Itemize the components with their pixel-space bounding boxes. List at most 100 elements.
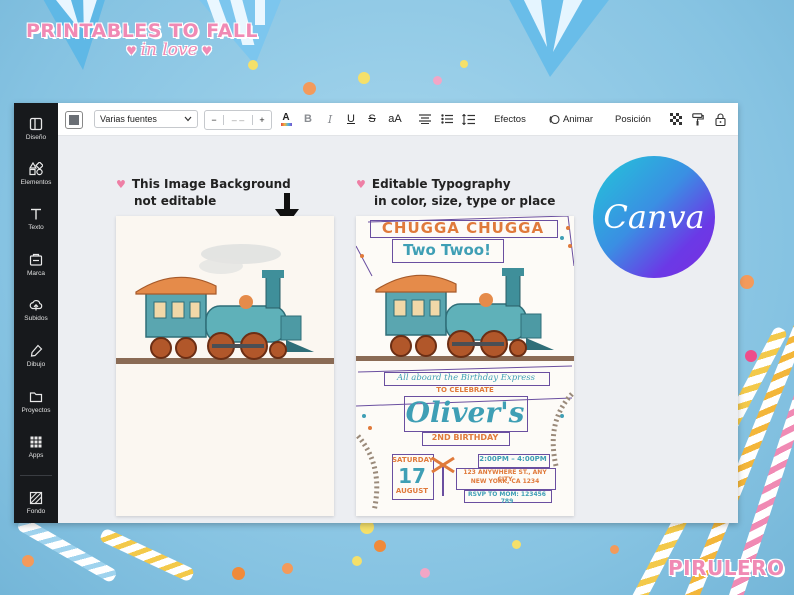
effects-button[interactable]: Efectos — [490, 110, 530, 128]
heart-icon: ♥ — [126, 44, 141, 58]
brand-logo-top: PRINTABLES TO FALL ♥ in love ♥ — [26, 20, 258, 60]
heart-icon: ♥ — [356, 178, 366, 191]
straw-decoration — [15, 516, 119, 584]
note-right: ♥ Editable Typography in color, size, typ… — [356, 176, 555, 210]
confetti-dot — [374, 540, 386, 552]
brand-line2: ♥ in love ♥ — [126, 40, 258, 60]
confetti-dot — [512, 540, 521, 549]
text-color-button[interactable]: A — [279, 110, 293, 128]
watermark: PIRULERO — [668, 556, 785, 580]
invite-day-num[interactable]: 17 — [392, 464, 432, 488]
note-right-line1: Editable Typography — [371, 177, 511, 191]
color-swatch — [69, 115, 79, 125]
crossing-sign-icon — [431, 456, 455, 496]
sidebar: Diseño Elementos Texto Marca Subidos Dib… — [14, 103, 58, 523]
party-hat-right-decoration — [509, 0, 609, 77]
text-color-bar-icon — [280, 122, 292, 126]
invite-title1[interactable]: CHUGGA CHUGGA — [370, 219, 556, 237]
align-button[interactable] — [418, 110, 432, 128]
folder-icon — [29, 392, 43, 403]
apps-grid-icon — [30, 436, 42, 448]
sidebar-item-label: Dibujo — [26, 361, 46, 368]
sidebar-item-elements[interactable]: Elementos — [14, 162, 58, 186]
background-image-page[interactable] — [116, 216, 334, 516]
note-left-line1: This Image Background — [131, 177, 291, 191]
confetti-dot — [282, 563, 293, 574]
note-left-line2: not editable — [134, 194, 217, 208]
sidebar-divider — [20, 475, 52, 476]
sidebar-item-text[interactable]: Texto — [14, 207, 58, 231]
train-illustration — [116, 244, 334, 364]
layout-icon — [29, 117, 43, 131]
background-pattern-icon — [29, 491, 43, 505]
position-button[interactable]: Posición — [611, 110, 655, 128]
invite-address2[interactable]: NEW YORK, CA 1234 — [456, 478, 554, 485]
confetti-dot — [303, 82, 316, 95]
brand-line1: PRINTABLES TO FALL — [26, 20, 259, 42]
sidebar-item-projects[interactable]: Proyectos — [14, 390, 58, 414]
increase-size-button[interactable]: + — [252, 115, 271, 125]
toolbar: Varias fuentes − – – + A B I U S aA Efec… — [58, 103, 738, 136]
invite-month[interactable]: AUGUST — [392, 487, 432, 495]
decrease-size-button[interactable]: − — [205, 115, 224, 125]
sidebar-item-brand[interactable]: Marca — [14, 253, 58, 277]
invite-rsvp[interactable]: RSVP TO MOM: 123456 789 — [464, 491, 550, 505]
font-size-input[interactable]: – – — [224, 115, 252, 125]
text-color-letter: A — [282, 111, 290, 123]
upload-icon — [29, 300, 43, 311]
brand-icon — [29, 253, 43, 266]
bullet-list-icon — [441, 114, 453, 124]
strikethrough-button[interactable]: S — [365, 110, 379, 128]
confetti-dot — [433, 76, 442, 85]
transparency-checker-icon — [670, 113, 682, 125]
heart-icon: ♥ — [197, 44, 213, 58]
paint-roller-icon — [692, 112, 704, 125]
copy-style-button[interactable] — [691, 110, 705, 128]
editable-invitation-page[interactable]: CHUGGA CHUGGA Two Twoo! All aboard the B… — [356, 216, 574, 516]
confetti-dot — [460, 60, 468, 68]
italic-button[interactable]: I — [323, 110, 337, 128]
spacing-button[interactable] — [461, 110, 475, 128]
sidebar-item-label: Diseño — [25, 134, 47, 141]
shapes-icon — [29, 162, 43, 176]
confetti-dot — [352, 556, 362, 566]
confetti-dot — [358, 72, 370, 84]
confetti-dot — [745, 350, 757, 362]
invite-birthday[interactable]: 2ND BIRTHDAY — [422, 433, 508, 442]
font-family-value: Varias fuentes — [100, 114, 157, 124]
lock-icon — [714, 112, 726, 126]
sidebar-item-label: Proyectos — [21, 407, 51, 414]
sidebar-item-draw[interactable]: Dibujo — [14, 344, 58, 368]
font-family-select[interactable]: Varias fuentes — [94, 110, 198, 128]
draw-icon — [30, 344, 43, 357]
lock-button[interactable] — [713, 110, 727, 128]
invite-celebrate[interactable]: TO CELEBRATE — [418, 386, 512, 394]
invite-name[interactable]: Oliver's — [404, 396, 526, 429]
invite-title2[interactable]: Two Twoo! — [392, 241, 502, 259]
underline-button[interactable]: U — [344, 110, 358, 128]
heart-icon: ♥ — [116, 178, 126, 191]
letter-case-button[interactable]: aA — [386, 110, 404, 128]
sidebar-item-design[interactable]: Diseño — [14, 117, 58, 141]
animate-label: Animar — [562, 113, 594, 125]
animate-icon — [549, 114, 560, 124]
sidebar-item-uploads[interactable]: Subidos — [14, 298, 58, 322]
bold-button[interactable]: B — [301, 110, 315, 128]
sidebar-item-background[interactable]: Fondo — [14, 491, 58, 515]
train-illustration — [356, 268, 574, 361]
sidebar-item-label: Texto — [28, 224, 44, 231]
animate-button[interactable]: Animar — [543, 110, 599, 128]
note-right-line2: in color, size, type or place — [374, 194, 556, 208]
invite-time[interactable]: 2:00PM – 4:00PM — [478, 455, 548, 463]
canva-logo: Canva — [593, 156, 715, 278]
transparency-button[interactable] — [669, 110, 683, 128]
invite-aboard[interactable]: All aboard the Birthday Express — [384, 373, 548, 383]
text-icon — [31, 208, 41, 220]
confetti-dot — [22, 555, 34, 567]
invite-day-name[interactable]: SATURDAY — [392, 456, 433, 464]
line-spacing-icon — [461, 113, 475, 125]
sidebar-item-apps[interactable]: Apps — [14, 435, 58, 459]
color-swatch-button[interactable] — [65, 111, 83, 129]
sidebar-item-label: Fondo — [26, 508, 46, 515]
list-button[interactable] — [440, 110, 454, 128]
